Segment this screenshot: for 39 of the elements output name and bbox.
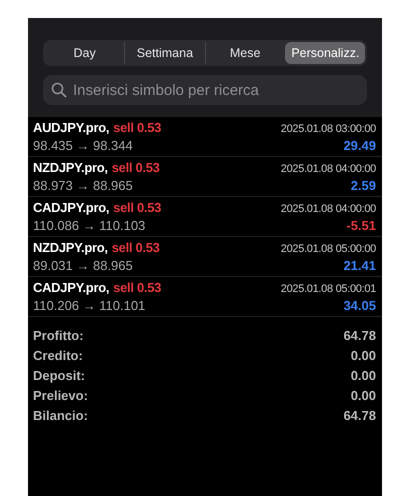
summary-value: 0.00 <box>350 348 376 362</box>
symbol-text: NZDJPY.pro, <box>33 160 108 174</box>
order-side-text: sell 0.53 <box>113 120 162 134</box>
profit-text: 2.59 <box>350 178 376 192</box>
profit-text: 21.41 <box>343 258 376 272</box>
summary-label: Deposit: <box>33 368 85 382</box>
summary-value: 64.78 <box>343 328 376 342</box>
order-side-text: sell 0.53 <box>112 160 160 174</box>
summary-label: Credito: <box>33 348 83 362</box>
summary-label: Prelievo: <box>33 388 88 402</box>
time-text: 2025.01.08 04:00:00 <box>280 162 376 174</box>
summary-label: Profitto: <box>33 328 84 342</box>
symbol-text: CADJPY.pro, <box>33 200 110 214</box>
profit-text: 29.49 <box>343 138 376 152</box>
symbol-text: NZDJPY.pro, <box>33 240 108 254</box>
time-text: 2025.01.08 05:00:00 <box>280 242 376 254</box>
price-text: 88.973 → 88.965 <box>33 178 133 192</box>
price-text: 89.031 → 88.965 <box>33 258 133 272</box>
time-text: 2025.01.08 04:00:00 <box>280 202 376 214</box>
symbol-text: AUDJPY.pro, <box>33 120 110 134</box>
symbol-text: CADJPY.pro, <box>33 280 110 294</box>
summary-value: 0.00 <box>350 388 376 402</box>
order-side-text: sell 0.53 <box>113 280 162 294</box>
price-text: 110.086 → 110.103 <box>33 218 146 232</box>
summary-value: 64.78 <box>343 408 376 422</box>
period-tab[interactable]: Day <box>45 42 124 64</box>
price-text: 98.435 → 98.344 <box>33 138 133 152</box>
profit-text: -5.51 <box>346 218 376 232</box>
period-tab[interactable]: Settimana <box>124 42 204 64</box>
order-side-text: sell 0.53 <box>113 200 162 214</box>
price-text: 110.206 → 110.101 <box>33 298 146 312</box>
order-side-text: sell 0.53 <box>112 240 160 254</box>
time-text: 2025.01.08 03:00:00 <box>280 122 376 134</box>
period-tab[interactable]: Personalizz. <box>284 42 365 64</box>
summary-value: 0.00 <box>350 368 376 382</box>
profit-text: 34.05 <box>343 298 376 312</box>
time-text: 2025.01.08 05:00:01 <box>280 282 376 294</box>
summary-label: Bilancio: <box>33 408 88 422</box>
search-field[interactable]: Inserisci simbolo per ricerca <box>43 75 367 105</box>
